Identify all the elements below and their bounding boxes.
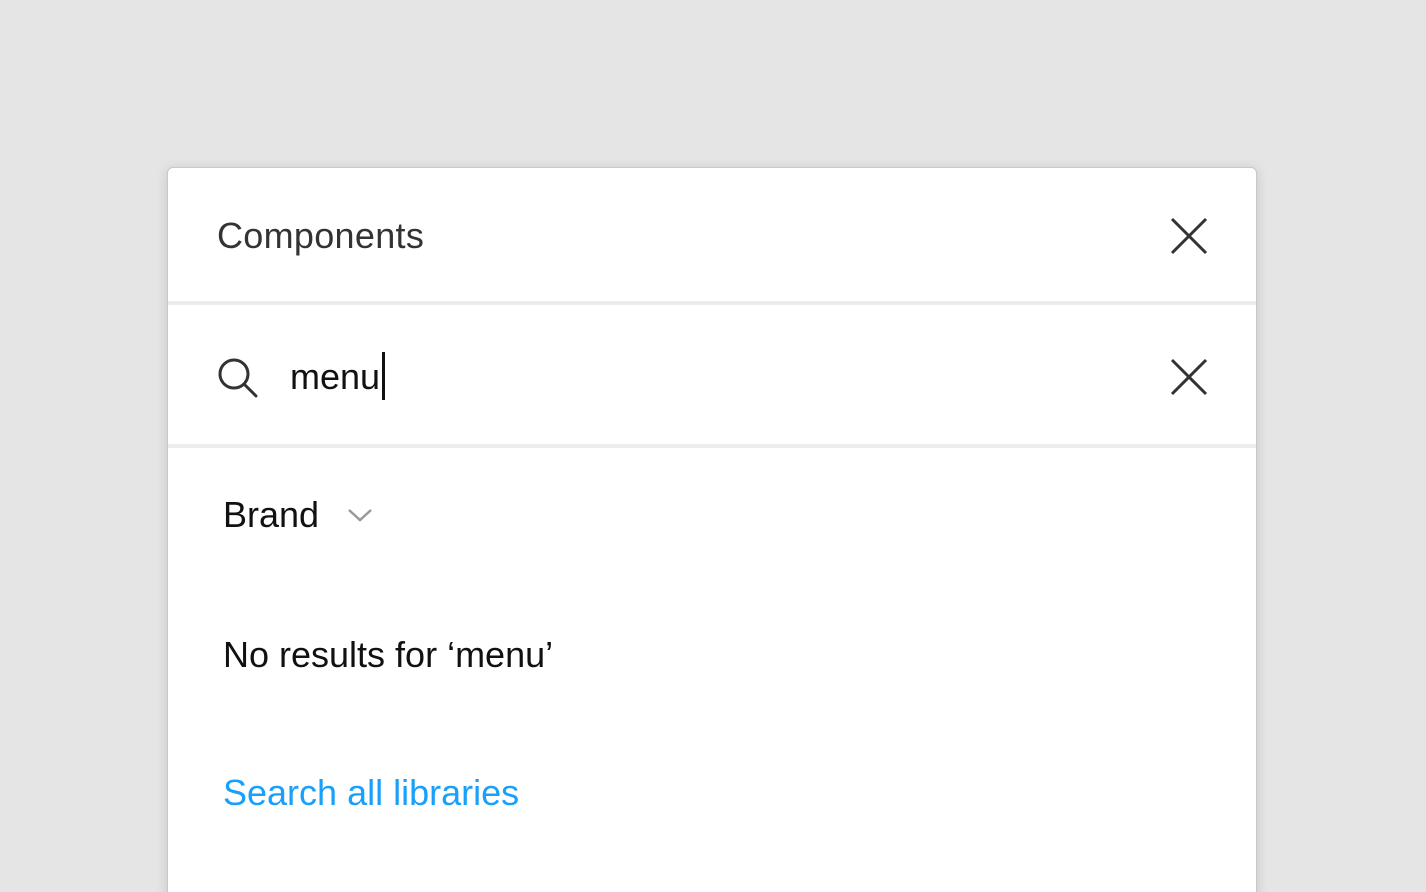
- clear-search-button[interactable]: [1167, 355, 1211, 399]
- search-bar: [168, 309, 1256, 448]
- clear-icon: [1170, 358, 1208, 396]
- library-dropdown[interactable]: Brand: [223, 494, 373, 536]
- close-panel-button[interactable]: [1167, 214, 1211, 258]
- search-icon: [217, 357, 259, 399]
- library-name: Brand: [223, 494, 320, 535]
- canvas-background: Components menu Brand No results for ‘me…: [0, 0, 1426, 892]
- panel-header: Components: [168, 168, 1256, 305]
- text-cursor: [382, 352, 386, 400]
- no-results-message: No results for ‘menu’: [223, 634, 554, 675]
- close-icon: [1170, 217, 1208, 255]
- search-input[interactable]: [290, 349, 1130, 405]
- panel-title: Components: [217, 215, 425, 256]
- components-panel: Components menu Brand No results for ‘me…: [167, 167, 1257, 892]
- search-all-libraries-link[interactable]: Search all libraries: [223, 772, 519, 814]
- chevron-down-icon: [348, 509, 372, 522]
